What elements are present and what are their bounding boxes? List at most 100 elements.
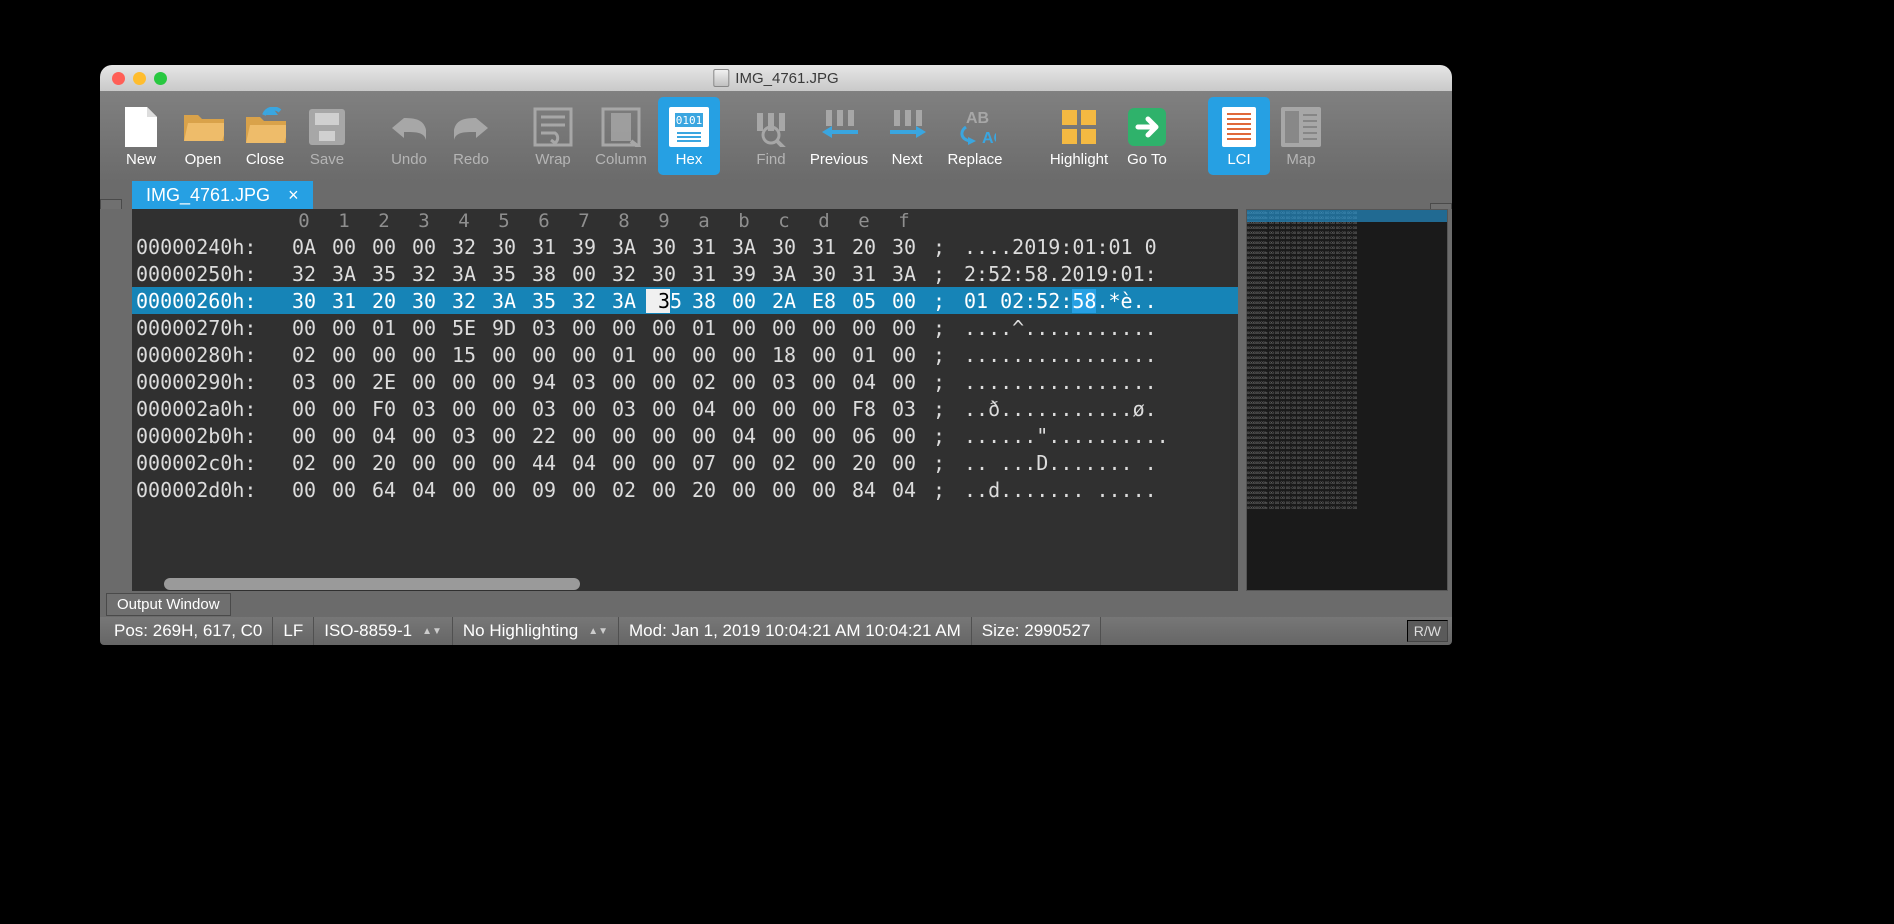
hex-byte[interactable]: 00 <box>324 316 364 340</box>
hex-byte[interactable]: 00 <box>404 235 444 259</box>
hex-byte[interactable]: 00 <box>564 478 604 502</box>
hex-byte[interactable]: 0A <box>284 235 324 259</box>
hex-byte[interactable]: 07 <box>684 451 724 475</box>
hex-byte[interactable]: 00 <box>524 343 564 367</box>
lci-button[interactable]: LCI <box>1208 97 1270 175</box>
hex-byte[interactable]: 5E <box>444 316 484 340</box>
hex-byte[interactable]: 38 <box>684 289 724 313</box>
hex-byte[interactable]: 39 <box>724 262 764 286</box>
hex-byte[interactable]: 15 <box>444 343 484 367</box>
hex-byte[interactable]: 84 <box>844 478 884 502</box>
hex-byte[interactable]: 00 <box>684 424 724 448</box>
hex-byte[interactable]: 30 <box>284 289 324 313</box>
hex-byte[interactable]: 00 <box>324 451 364 475</box>
hex-byte[interactable]: 31 <box>324 289 364 313</box>
maximize-window-button[interactable] <box>154 72 167 85</box>
hex-byte[interactable]: 00 <box>724 451 764 475</box>
hex-byte[interactable]: 00 <box>284 424 324 448</box>
hex-byte[interactable]: 30 <box>484 235 524 259</box>
hex-byte[interactable]: 00 <box>604 370 644 394</box>
hex-byte[interactable]: 3A <box>604 235 644 259</box>
hex-byte[interactable]: 00 <box>724 289 764 313</box>
hex-byte[interactable]: 04 <box>364 424 404 448</box>
hex-byte[interactable]: 00 <box>604 451 644 475</box>
hex-byte[interactable]: 00 <box>364 235 404 259</box>
hex-byte[interactable]: 00 <box>804 451 844 475</box>
hex-byte[interactable]: 20 <box>364 289 404 313</box>
hex-ascii[interactable]: ....^........... <box>954 316 1218 340</box>
hex-byte[interactable]: 00 <box>644 451 684 475</box>
hex-byte[interactable]: 03 <box>564 370 604 394</box>
hex-byte[interactable]: 00 <box>804 424 844 448</box>
hex-byte[interactable]: 00 <box>844 316 884 340</box>
hex-byte[interactable]: 32 <box>564 289 604 313</box>
new-button[interactable]: New <box>110 97 172 175</box>
hex-byte[interactable]: 02 <box>684 370 724 394</box>
hex-row[interactable]: 00000280h:020000001500000001000000180001… <box>132 341 1238 368</box>
find-button[interactable]: Find <box>740 97 802 175</box>
hex-byte[interactable]: 03 <box>404 397 444 421</box>
hex-byte[interactable]: 32 <box>284 262 324 286</box>
hex-ascii[interactable]: ....2019:01:01 0 <box>954 235 1218 259</box>
overview-map[interactable]: 00000000h: 00 00 00 00 00 00 00 00 00 00… <box>1246 209 1448 591</box>
hex-byte[interactable]: 3A <box>324 262 364 286</box>
save-button[interactable]: Save <box>296 97 358 175</box>
hex-byte[interactable]: 94 <box>524 370 564 394</box>
hex-byte[interactable]: 32 <box>444 235 484 259</box>
hex-byte[interactable]: 30 <box>884 235 924 259</box>
hex-ascii[interactable]: ..d....... ..... <box>954 478 1218 502</box>
hex-byte[interactable]: 64 <box>364 478 404 502</box>
hex-byte[interactable]: 00 <box>484 397 524 421</box>
hex-byte[interactable]: 00 <box>724 316 764 340</box>
hex-byte[interactable]: F8 <box>844 397 884 421</box>
hex-byte[interactable]: 3A <box>604 289 644 313</box>
hex-byte[interactable]: 00 <box>484 343 524 367</box>
hex-ascii[interactable]: ......".......... <box>954 424 1218 448</box>
replace-button[interactable]: ABAC Replace <box>938 97 1012 175</box>
hex-byte[interactable]: 31 <box>684 235 724 259</box>
hex-byte[interactable]: 35 <box>524 289 564 313</box>
hex-byte[interactable]: 20 <box>844 235 884 259</box>
hex-byte[interactable]: 00 <box>884 289 924 313</box>
hex-byte[interactable]: 01 <box>364 316 404 340</box>
hex-byte[interactable]: 00 <box>564 316 604 340</box>
hex-ascii[interactable]: 01 02:52:58.*è.. <box>954 289 1218 313</box>
hex-byte[interactable]: 05 <box>844 289 884 313</box>
hex-byte[interactable]: 00 <box>804 478 844 502</box>
hex-byte[interactable]: 00 <box>724 370 764 394</box>
hex-byte[interactable]: 31 <box>684 262 724 286</box>
hex-byte[interactable]: 03 <box>884 397 924 421</box>
hex-byte[interactable]: 00 <box>484 424 524 448</box>
hex-byte[interactable]: 03 <box>524 397 564 421</box>
highlight-button[interactable]: Highlight <box>1042 97 1116 175</box>
hex-row[interactable]: 000002d0h:000064040000090002002000000084… <box>132 476 1238 503</box>
close-window-button[interactable] <box>112 72 125 85</box>
hex-byte[interactable]: 00 <box>644 424 684 448</box>
hex-byte[interactable]: 00 <box>644 397 684 421</box>
hex-byte[interactable]: 00 <box>404 370 444 394</box>
hex-row[interactable]: 00000290h:03002E000000940300000200030004… <box>132 368 1238 395</box>
hex-byte[interactable]: 00 <box>564 397 604 421</box>
hex-byte[interactable]: E8 <box>804 289 844 313</box>
hex-byte[interactable]: 00 <box>484 451 524 475</box>
hex-byte[interactable]: 00 <box>444 451 484 475</box>
hex-byte[interactable]: 00 <box>804 397 844 421</box>
hex-byte[interactable]: 00 <box>684 343 724 367</box>
hex-byte[interactable]: 31 <box>524 235 564 259</box>
hex-byte[interactable]: 32 <box>604 262 644 286</box>
hex-byte[interactable]: 22 <box>524 424 564 448</box>
hex-byte[interactable]: 00 <box>324 478 364 502</box>
hex-byte[interactable]: 00 <box>764 316 804 340</box>
hex-byte[interactable]: 35 <box>364 262 404 286</box>
hex-byte[interactable]: 35 <box>644 289 684 313</box>
hex-row[interactable]: 00000270h:000001005E9D030000000100000000… <box>132 314 1238 341</box>
hex-byte[interactable]: 3A <box>444 262 484 286</box>
hex-byte[interactable]: 00 <box>644 316 684 340</box>
status-readwrite[interactable]: R/W <box>1407 620 1448 642</box>
hex-byte[interactable]: 03 <box>524 316 564 340</box>
hex-byte[interactable]: 32 <box>404 262 444 286</box>
hex-byte[interactable]: 04 <box>884 478 924 502</box>
close-tab-icon[interactable]: × <box>288 185 299 206</box>
hex-byte[interactable]: 02 <box>764 451 804 475</box>
hex-ascii[interactable]: ..ð...........ø. <box>954 397 1218 421</box>
